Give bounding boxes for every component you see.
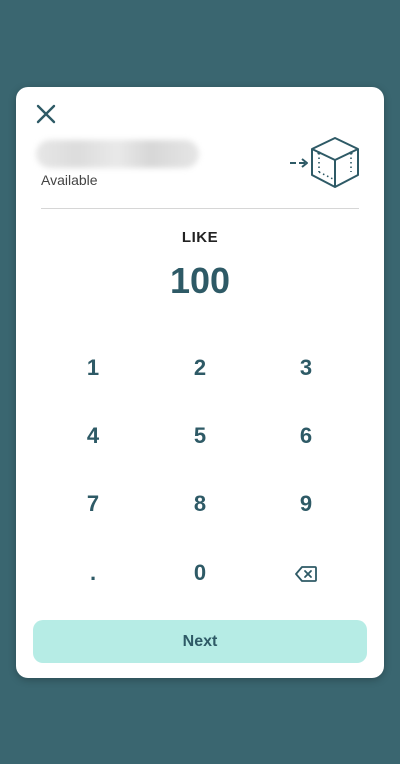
key-5[interactable]: 5 [160, 411, 240, 461]
asset-symbol: LIKE [181, 229, 219, 246]
transfer-amount-card: Available LIKE 100 1 2 3 4 5 6 7 8 9 . 0 [16, 87, 384, 678]
key-decimal[interactable]: . [53, 548, 133, 598]
key-9[interactable]: 9 [266, 479, 346, 529]
key-7[interactable]: 7 [53, 479, 133, 529]
key-0[interactable]: 0 [160, 548, 240, 598]
next-button[interactable]: Next [33, 620, 367, 663]
close-icon [36, 104, 56, 124]
divider [41, 208, 359, 209]
deposit-box-icon [290, 137, 359, 188]
key-8[interactable]: 8 [160, 479, 240, 529]
available-label: Available [41, 172, 98, 188]
backspace-icon [295, 566, 317, 583]
key-3[interactable]: 3 [266, 343, 346, 393]
account-name-redacted [36, 140, 199, 168]
backspace-button[interactable] [266, 548, 346, 598]
key-1[interactable]: 1 [53, 343, 133, 393]
amount-display: 100 [169, 260, 231, 301]
key-4[interactable]: 4 [53, 411, 133, 461]
key-2[interactable]: 2 [160, 343, 240, 393]
close-button[interactable] [34, 102, 58, 126]
key-6[interactable]: 6 [266, 411, 346, 461]
